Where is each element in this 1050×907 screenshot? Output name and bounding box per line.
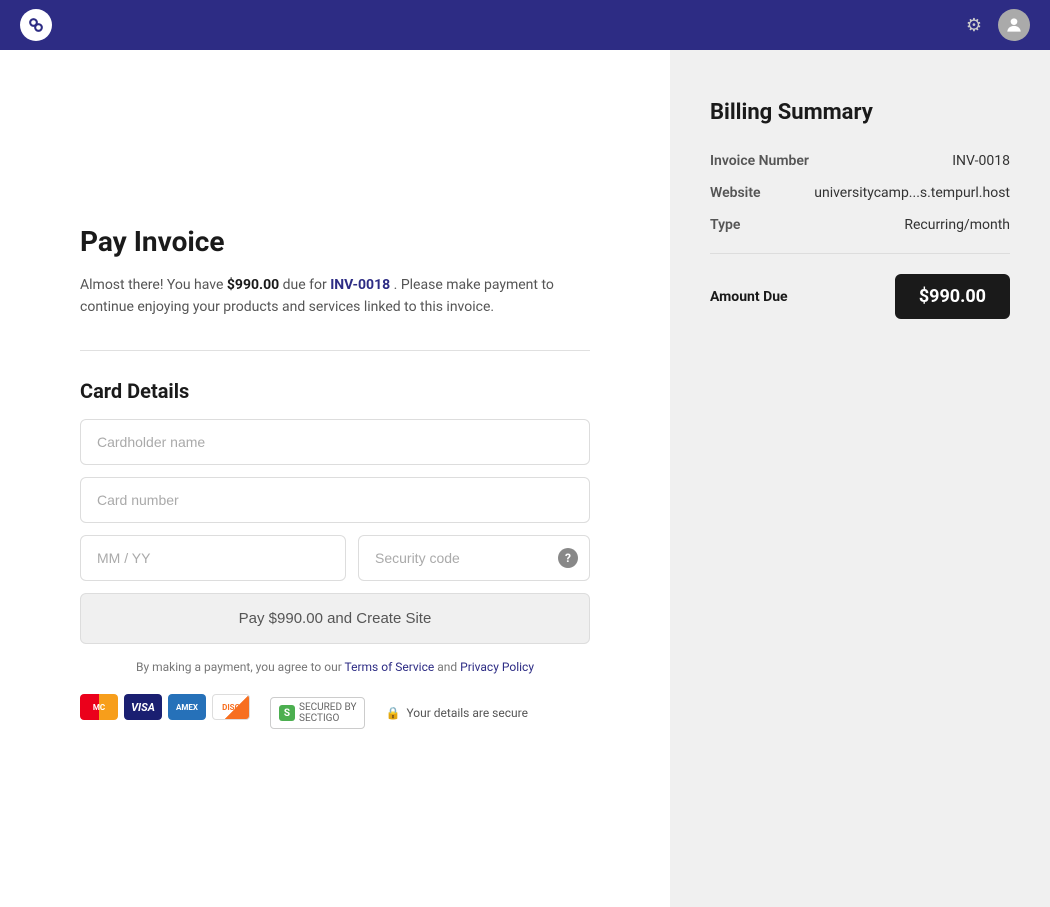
card-number-group [80,477,590,523]
discover-logo: DISC [212,694,250,720]
card-logos: MC VISA AMEX DISC [80,694,250,720]
billing-summary-panel: Billing Summary Invoice Number INV-0018 … [670,50,1050,907]
privacy-policy-link[interactable]: Privacy Policy [460,660,534,674]
badges-row: MC VISA AMEX DISC S SECURED BYSECTIGO 🔒 … [80,694,590,732]
invoice-number-row: Invoice Number INV-0018 [710,153,1010,169]
security-help-icon[interactable]: ? [558,548,578,568]
desc-mid: due for [283,277,331,293]
type-label: Type [710,217,740,233]
invoice-number-value: INV-0018 [952,153,1010,169]
section-divider [80,350,590,351]
terms-and: and [434,660,460,674]
page-title: Pay Invoice [80,225,590,258]
top-navigation: ⚙ [0,0,1050,50]
user-avatar[interactable] [998,9,1030,41]
type-row: Type Recurring/month [710,217,1010,233]
card-number-input[interactable] [80,477,590,523]
settings-icon[interactable]: ⚙ [966,15,982,36]
cardholder-name-input[interactable] [80,419,590,465]
nav-right-actions: ⚙ [966,9,1030,41]
sectigo-label: SECURED BYSECTIGO [299,702,356,724]
lock-icon: 🔒 [385,706,400,720]
secure-badge: 🔒 Your details are secure [385,706,527,720]
security-code-input[interactable] [358,535,590,581]
desc-intro: Almost there! You have [80,277,227,293]
website-label: Website [710,185,761,201]
secure-text: Your details are secure [406,706,528,720]
desc-amount: $990.00 [227,277,279,293]
mastercard-logo: MC [80,694,118,720]
amount-due-label: Amount Due [710,289,788,305]
billing-summary-title: Billing Summary [710,100,1010,125]
website-value: universitycamp...s.tempurl.host [814,185,1010,201]
expiry-input[interactable] [80,535,346,581]
cardholder-name-group [80,419,590,465]
amount-due-row: Amount Due $990.00 [710,274,1010,319]
card-section-title: Card Details [80,379,590,403]
terms-of-service-link[interactable]: Terms of Service [345,660,435,674]
billing-divider [710,253,1010,254]
terms-intro: By making a payment, you agree to our [136,660,345,674]
security-code-wrapper: ? [358,535,590,581]
amex-logo: AMEX [168,694,206,720]
payment-description: Almost there! You have $990.00 due for I… [80,274,590,319]
sectigo-icon: S [279,705,295,721]
pay-button[interactable]: Pay $990.00 and Create Site [80,593,590,644]
card-expiry-security-row: ? [80,535,590,581]
sectigo-badge: S SECURED BYSECTIGO [270,697,365,729]
type-value: Recurring/month [904,217,1010,233]
main-layout: Pay Invoice Almost there! You have $990.… [0,50,1050,907]
payment-panel: Pay Invoice Almost there! You have $990.… [0,50,670,907]
visa-logo: VISA [124,694,162,720]
invoice-number-label: Invoice Number [710,153,809,169]
terms-text: By making a payment, you agree to our Te… [80,660,590,674]
website-row: Website universitycamp...s.tempurl.host [710,185,1010,201]
desc-invoice-id: INV-0018 [330,277,390,293]
amount-due-value: $990.00 [895,274,1010,319]
app-logo [20,9,52,41]
